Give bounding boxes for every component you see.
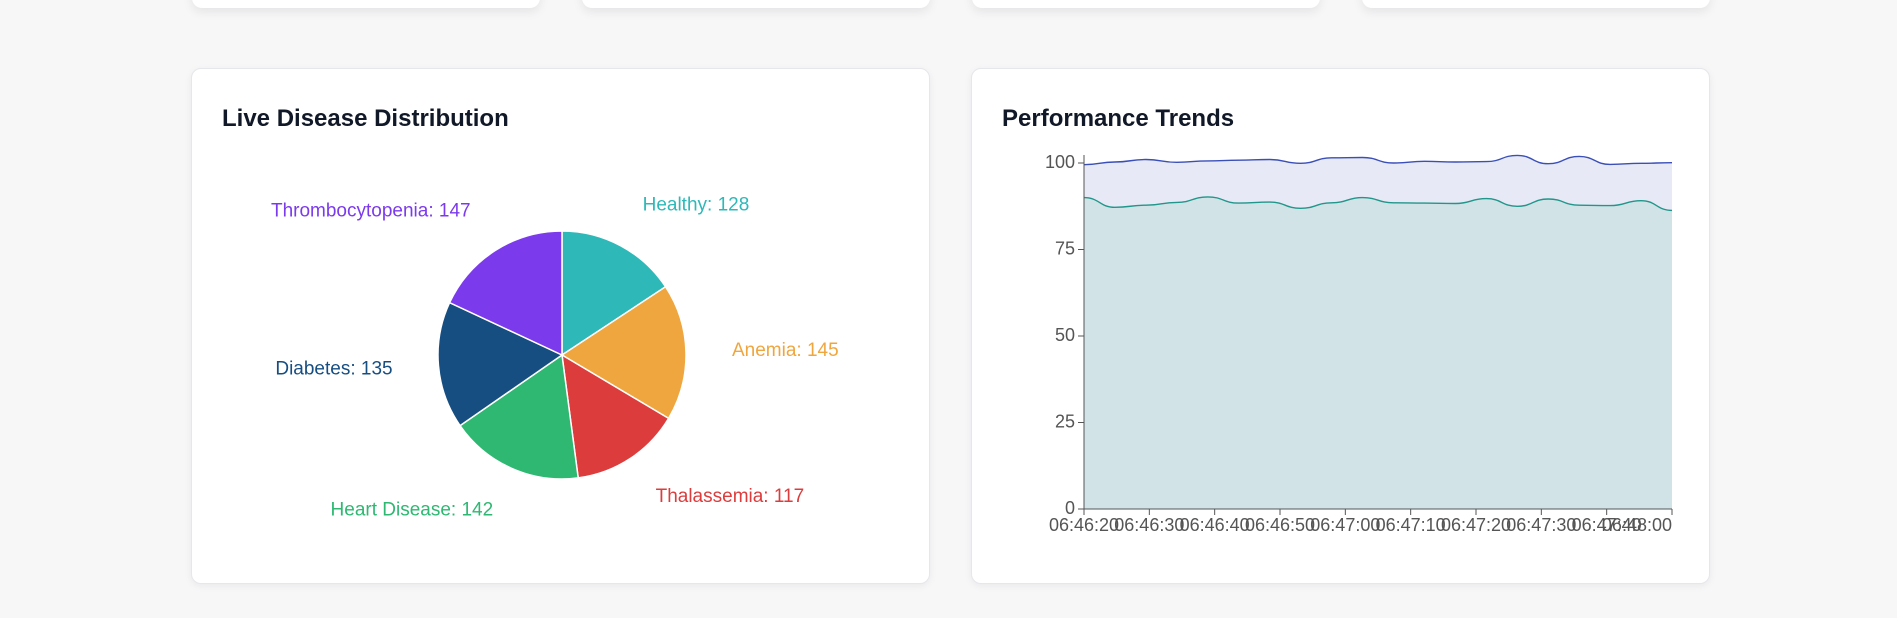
stat-card-4 <box>1362 0 1710 8</box>
disease-pie-chart: Healthy: 128 Anemia: 145 Thalassemia: 117 H… <box>271 194 839 520</box>
stat-card-2 <box>582 0 930 8</box>
pie-slice-label: Healthy: 128 <box>643 194 750 215</box>
disease-distribution-card: Live Disease Distribution Healthy: 128 An… <box>191 68 930 584</box>
area-fill-2 <box>1084 196 1672 509</box>
y-tick-label: 50 <box>1055 325 1075 345</box>
plot-area <box>1083 154 1673 509</box>
x-tick-label: 06:46:40 <box>1180 515 1250 535</box>
pie-slice-label: Anemia: 145 <box>732 340 839 361</box>
x-tick-label: 06:46:30 <box>1114 515 1184 535</box>
x-tick-label: 06:47:00 <box>1310 515 1380 535</box>
x-tick-label: 06:47:10 <box>1376 515 1446 535</box>
y-tick-label: 75 <box>1055 238 1075 258</box>
stat-card-3 <box>972 0 1320 8</box>
performance-trends-card: Performance Trends 0 25 50 75 100 06:46:20 06:… <box>971 68 1710 584</box>
pie-slice-label: Thrombocytopenia: 147 <box>271 201 471 222</box>
x-tick-label: 06:46:50 <box>1245 515 1315 535</box>
stat-card-1 <box>192 0 540 8</box>
x-tick-label: 06:47:20 <box>1441 515 1511 535</box>
pie-slice-label: Heart Disease: 142 <box>331 499 494 520</box>
x-tick-label: 06:47:30 <box>1506 515 1576 535</box>
pie-slice-label: Diabetes: 135 <box>275 358 392 379</box>
x-tick-label: 06:46:20 <box>1049 515 1119 535</box>
performance-area-chart: 025507510006:46:2006:46:3006:46:4006:46:… <box>1045 152 1673 535</box>
y-tick-label: 25 <box>1055 411 1075 431</box>
x-tick-label: 06:48:00 <box>1602 515 1672 535</box>
y-tick-label: 100 <box>1045 152 1075 172</box>
pie-slice-label: Thalassemia: 117 <box>656 486 805 507</box>
